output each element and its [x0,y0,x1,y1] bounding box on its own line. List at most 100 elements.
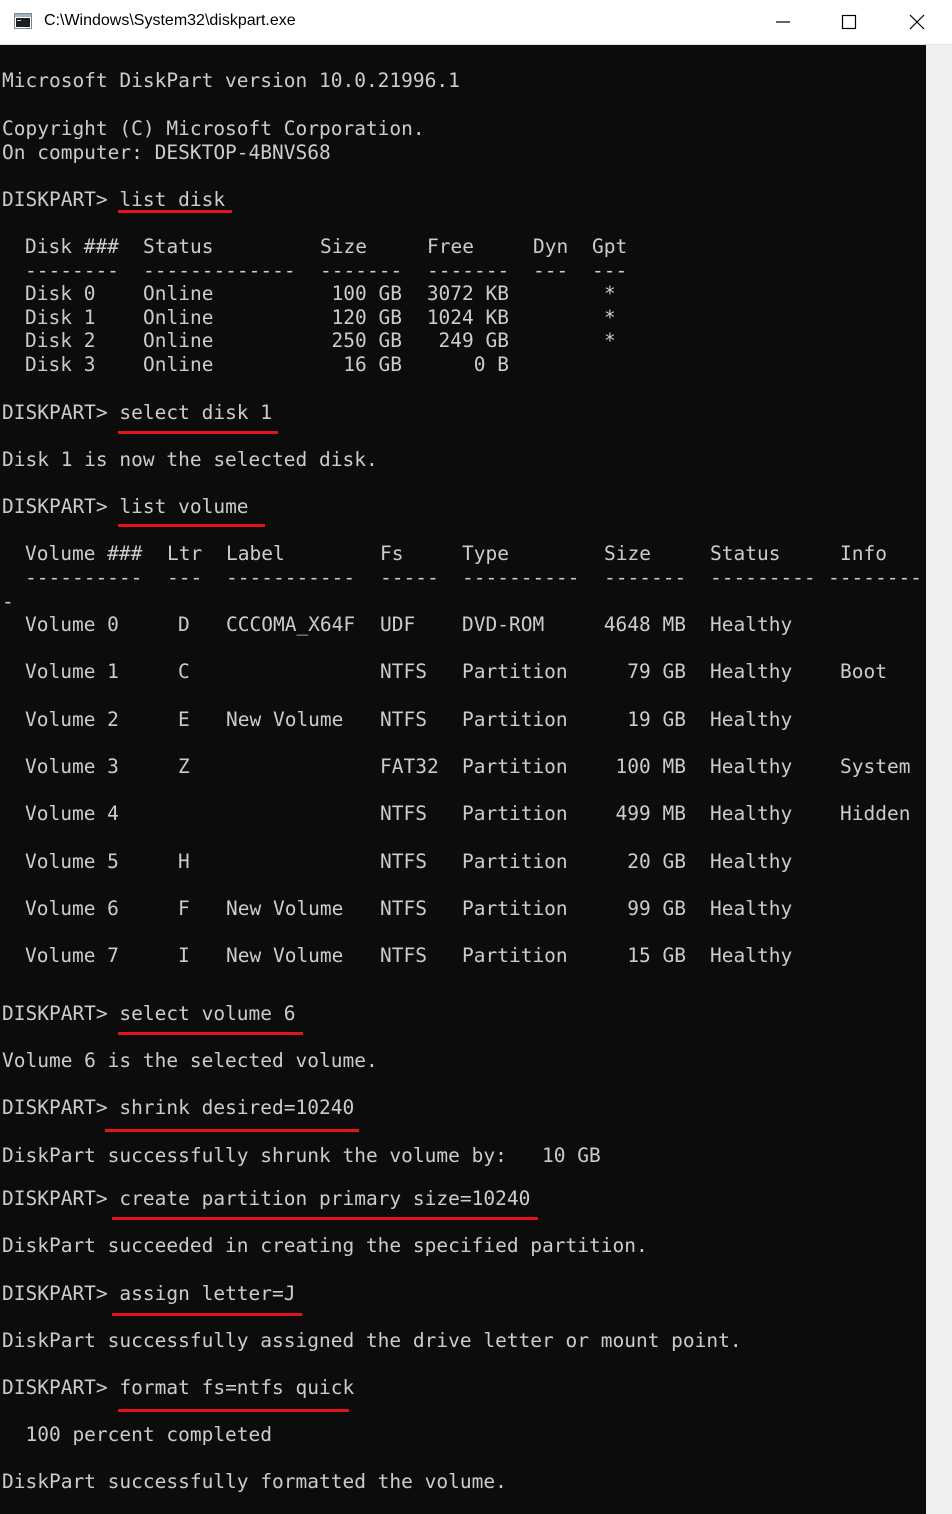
volume-label: New Volume [226,708,344,731]
volume-status: Healthy [710,944,793,967]
disk-gpt: * [604,329,616,352]
command-line: DISKPART> assign letter=J [2,1282,296,1306]
maximize-button[interactable] [816,0,882,44]
volume-fs: NTFS [380,708,427,731]
prompt: DISKPART> [2,1376,120,1399]
prompt: DISKPART> [2,1187,120,1210]
minimize-button[interactable] [750,0,816,44]
command-text: create partition primary size=10240 [119,1187,531,1210]
volume-size: 20 GB [627,850,686,873]
console-output[interactable]: Microsoft DiskPart version 10.0.21996.1 … [0,45,926,1514]
disk-status: Online [143,329,214,352]
volume-size: 19 GB [627,708,686,731]
volume-label: CCCOMA_X64F [226,613,356,636]
disk-status: Online [143,306,214,329]
command-line: DISKPART> select disk 1 [2,401,272,425]
prompt: DISKPART> [2,495,120,518]
disk-name: Disk 3 [25,353,96,376]
command-line: DISKPART> list disk [2,188,225,212]
title-bar[interactable]: C:\Windows\System32\diskpart.exe [0,0,952,45]
volume-status: Healthy [710,897,793,920]
volume-letter: Z [178,755,190,778]
volume-type: Partition [462,708,568,731]
window-title: C:\Windows\System32\diskpart.exe [44,12,296,29]
header-separator: ------- [604,566,687,589]
volume-name: Volume 3 [25,755,119,778]
disk-name: Disk 0 [25,282,96,305]
command-line: DISKPART> format fs=ntfs quick [2,1376,354,1400]
header-separator: ---------- [462,566,580,589]
prompt: DISKPART> [2,1096,120,1119]
output-line: Disk 1 is now the selected disk. [2,448,378,471]
volume-fs: NTFS [380,897,427,920]
volume-letter: E [178,708,190,731]
command-text: format fs=ntfs quick [119,1376,355,1399]
header-separator: ----------- [226,566,356,589]
prompt: DISKPART> [2,188,120,211]
header-separator: -------- [828,566,922,589]
volume-name: Volume 2 [25,708,119,731]
disk-status: Online [143,282,214,305]
volume-fs: NTFS [380,660,427,683]
volume-status: Healthy [710,850,793,873]
disk-size: 16 GB [343,353,402,376]
command-text: shrink desired=10240 [119,1096,355,1119]
volume-status: Healthy [710,660,793,683]
output-line: DiskPart successfully assigned the drive… [2,1329,742,1352]
version-line: Microsoft DiskPart version 10.0.21996.1 [2,69,460,92]
disk-status: Online [143,353,214,376]
volume-fs: NTFS [380,802,427,825]
volume-fs: UDF [380,613,416,636]
column-header: Label [226,542,285,565]
volume-size: 79 GB [627,660,686,683]
command-text: select volume 6 [119,1002,296,1025]
command-highlight-underline [105,1129,359,1132]
volume-size: 499 MB [615,802,686,825]
disk-name: Disk 1 [25,306,96,329]
vertical-scrollbar[interactable] [926,45,952,1514]
disk-gpt: * [604,306,616,329]
command-text: list disk [119,188,226,211]
output-line: 100 percent completed [2,1423,273,1446]
volume-fs: FAT32 [380,755,439,778]
output-line: DiskPart succeeded in creating the speci… [2,1234,648,1257]
volume-name: Volume 6 [25,897,119,920]
column-header: Status [710,542,781,565]
command-line: DISKPART> list volume [2,495,249,519]
copyright-line: Copyright (C) Microsoft Corporation. [2,117,425,140]
header-separator: -------- [25,259,119,282]
command-line: DISKPART> shrink desired=10240 [2,1096,354,1120]
command-text: list volume [119,495,249,518]
disk-name: Disk 2 [25,329,96,352]
header-separator: ------------- [143,259,296,282]
disk-free: 1024 KB [426,306,509,329]
column-header: Status [143,235,214,258]
disk-size: 250 GB [331,329,402,352]
volume-name: Volume 4 [25,802,119,825]
close-button[interactable] [884,0,950,44]
output-line: DiskPart successfully shrunk the volume … [2,1144,601,1167]
header-separator: ------- [320,259,403,282]
prompt: DISKPART> [2,401,120,424]
volume-letter: D [178,613,190,636]
command-highlight-underline [118,1032,303,1035]
header-separator: --- [167,566,203,589]
disk-free: 0 B [473,353,509,376]
volume-info: System [840,755,911,778]
volume-letter: F [178,897,190,920]
column-header: Fs [380,542,404,565]
prompt: DISKPART> [2,1282,120,1305]
command-highlight-underline [112,1217,538,1220]
volume-size: 15 GB [627,944,686,967]
volume-status: Healthy [710,613,793,636]
volume-label: New Volume [226,897,344,920]
volume-info: Boot [840,660,887,683]
column-header: Type [462,542,509,565]
command-line: DISKPART> create partition primary size=… [2,1187,530,1211]
volume-type: Partition [462,660,568,683]
volume-status: Healthy [710,755,793,778]
disk-size: 120 GB [331,306,402,329]
volume-name: Volume 5 [25,850,119,873]
header-separator: ------- [427,259,510,282]
header-separator: --- [592,259,628,282]
